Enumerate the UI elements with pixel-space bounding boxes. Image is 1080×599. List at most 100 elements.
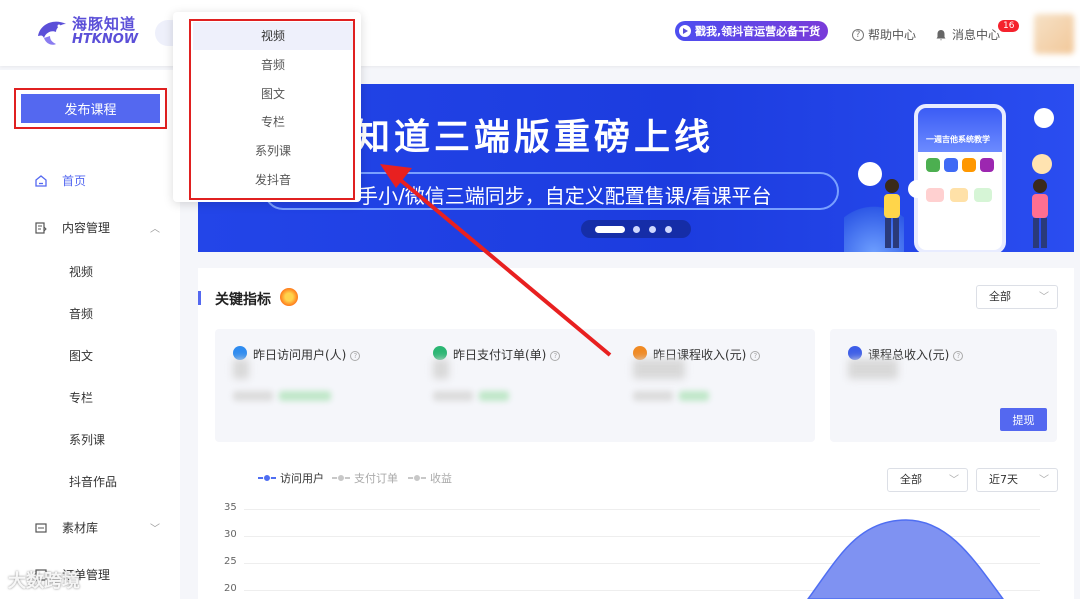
banner-subtitle: 手小/微信三端同步，自定义配置售课/看课平台 [358, 184, 772, 208]
carousel-dot[interactable] [633, 226, 640, 233]
sidebar-item-home[interactable]: 首页 [34, 172, 86, 189]
chart-filter-select[interactable]: 全部 ﹀ [887, 468, 968, 492]
blurred-value [633, 359, 685, 379]
logo[interactable]: 海豚知道 HTKNOW [34, 14, 138, 50]
legend-orders[interactable]: 支付订单 [332, 470, 398, 486]
carousel-indicator [581, 220, 691, 238]
message-center-link[interactable]: 消息中心 [935, 26, 1000, 43]
help-icon[interactable]: ? [350, 350, 361, 361]
promo-text: 戳我,领抖音运营必备干货 [695, 25, 821, 38]
stat-orders-label: 昨日支付订单(单) [453, 348, 547, 362]
sidebar-subitem-video[interactable]: 视频 [69, 263, 93, 280]
top-header: 海豚知道 HTKNOW 戳我,领抖音运营必备干货 ? 帮助中心 消息中心 16 [0, 0, 1080, 66]
help-icon[interactable]: ? [953, 350, 964, 361]
chevron-down-icon[interactable]: ﹀ [150, 520, 160, 535]
sidebar-subitem-article[interactable]: 图文 [69, 347, 93, 364]
folder-icon [35, 522, 47, 533]
chart-filter-value: 全部 [900, 473, 922, 486]
orders-icon [433, 346, 447, 360]
total-income-panel: 课程总收入(元)? 提现 [830, 329, 1057, 442]
question-icon: ? [852, 28, 864, 41]
play-icon [679, 25, 691, 37]
sidebar-subitem-column[interactable]: 专栏 [69, 389, 93, 406]
blurred-value [848, 359, 898, 379]
publish-highlight-frame: 发布课程 [14, 88, 167, 129]
chevron-down-icon: ﹀ [1039, 292, 1049, 303]
carousel-dot[interactable] [649, 226, 656, 233]
date-range-select[interactable]: 近7天 ﹀ [976, 468, 1058, 492]
bell-icon [936, 29, 946, 40]
sidebar-item-label: 素材库 [62, 521, 99, 535]
dashboard-card: 关键指标 全部 ﹀ 昨日访问用户(人)? 昨日支付订单(单)? 昨日课程收入(元… [198, 268, 1074, 599]
help-icon[interactable]: ? [550, 350, 561, 361]
app-bubble-icon [1032, 154, 1052, 174]
visitors-area-series [807, 519, 1004, 599]
fire-icon [280, 288, 298, 306]
menu-item-series[interactable]: 系列课 [193, 137, 353, 165]
menu-item-column[interactable]: 专栏 [193, 108, 353, 136]
phone-title: 一週吉他系统教学 [926, 135, 990, 144]
total-income-icon [848, 346, 862, 360]
metrics-filter-value: 全部 [989, 290, 1011, 303]
blurred-value [233, 359, 249, 379]
menu-item-article[interactable]: 图文 [193, 80, 353, 108]
help-center-label: 帮助中心 [868, 28, 917, 42]
withdraw-button[interactable]: 提现 [1000, 408, 1047, 431]
income-icon [633, 346, 647, 360]
sidebar-subitem-audio[interactable]: 音频 [69, 305, 93, 322]
help-center-link[interactable]: ? 帮助中心 [852, 26, 916, 43]
avatar[interactable] [1034, 14, 1074, 54]
legend-line-icon [332, 474, 350, 482]
sidebar-item-label: 首页 [62, 174, 87, 188]
legend-visitors[interactable]: 访问用户 [258, 470, 324, 486]
logo-cn-text: 海豚知道 [72, 15, 137, 33]
y-tick: 30 [224, 529, 237, 540]
date-range-value: 近7天 [989, 473, 1018, 486]
carousel-dot[interactable] [665, 226, 672, 233]
sidebar-subitem-douyin[interactable]: 抖音作品 [69, 473, 117, 490]
chevron-up-icon[interactable]: ︿ [150, 220, 160, 235]
phone-illustration: 一週吉他系统教学 [914, 104, 1006, 252]
blurred-compare [633, 391, 673, 401]
message-center-label: 消息中心 [952, 28, 1001, 42]
section-accent-bar [198, 291, 201, 305]
menu-item-douyin[interactable]: 发抖音 [193, 166, 353, 194]
sidebar-item-library[interactable]: 素材库 [34, 519, 98, 536]
y-tick: 25 [224, 556, 237, 567]
person-illustration-right [1032, 179, 1048, 248]
blurred-compare [233, 391, 273, 401]
stats-panel: 昨日访问用户(人)? 昨日支付订单(单)? 昨日课程收入(元)? [215, 329, 815, 442]
y-tick: 20 [224, 583, 237, 594]
sidebar-item-label: 内容管理 [62, 221, 111, 235]
help-icon[interactable]: ? [750, 350, 761, 361]
metrics-filter-select[interactable]: 全部 ﹀ [976, 285, 1058, 309]
y-tick: 35 [224, 502, 237, 513]
sidebar-subitem-series[interactable]: 系列课 [69, 431, 105, 448]
visitors-icon [233, 346, 247, 360]
chevron-down-icon: ﹀ [949, 475, 959, 486]
document-icon [35, 221, 47, 234]
blurred-compare [679, 391, 709, 401]
legend-label: 访问用户 [280, 472, 324, 485]
legend-line-icon [258, 474, 276, 482]
blurred-compare [279, 391, 331, 401]
publish-course-button[interactable]: 发布课程 [21, 94, 160, 123]
logo-en-text: HTKNOW [72, 32, 139, 47]
chevron-down-icon: ﹀ [1039, 475, 1049, 486]
banner-title: 知道三端版重磅上线 [354, 117, 715, 158]
tiktok-bubble-icon [1034, 108, 1054, 128]
blurred-compare [479, 391, 509, 401]
legend-label: 收益 [430, 472, 452, 485]
dolphin-logo-icon [38, 21, 66, 45]
blurred-value [433, 359, 449, 379]
message-count-badge: 16 [998, 20, 1020, 32]
menu-item-video[interactable]: 视频 [193, 22, 353, 50]
carousel-dot-active[interactable] [595, 226, 625, 233]
menu-item-audio[interactable]: 音频 [193, 51, 353, 79]
sidebar: 发布课程 首页 内容管理 ︿ 视频 音频 图文 专栏 系列课 抖音作品 素材库 … [0, 70, 180, 599]
home-icon [35, 174, 47, 187]
sidebar-item-content-management[interactable]: 内容管理 [34, 219, 110, 236]
stat-visitors-label: 昨日访问用户(人) [253, 348, 347, 362]
legend-revenue[interactable]: 收益 [408, 470, 452, 486]
promo-link[interactable]: 戳我,领抖音运营必备干货 [675, 21, 829, 41]
